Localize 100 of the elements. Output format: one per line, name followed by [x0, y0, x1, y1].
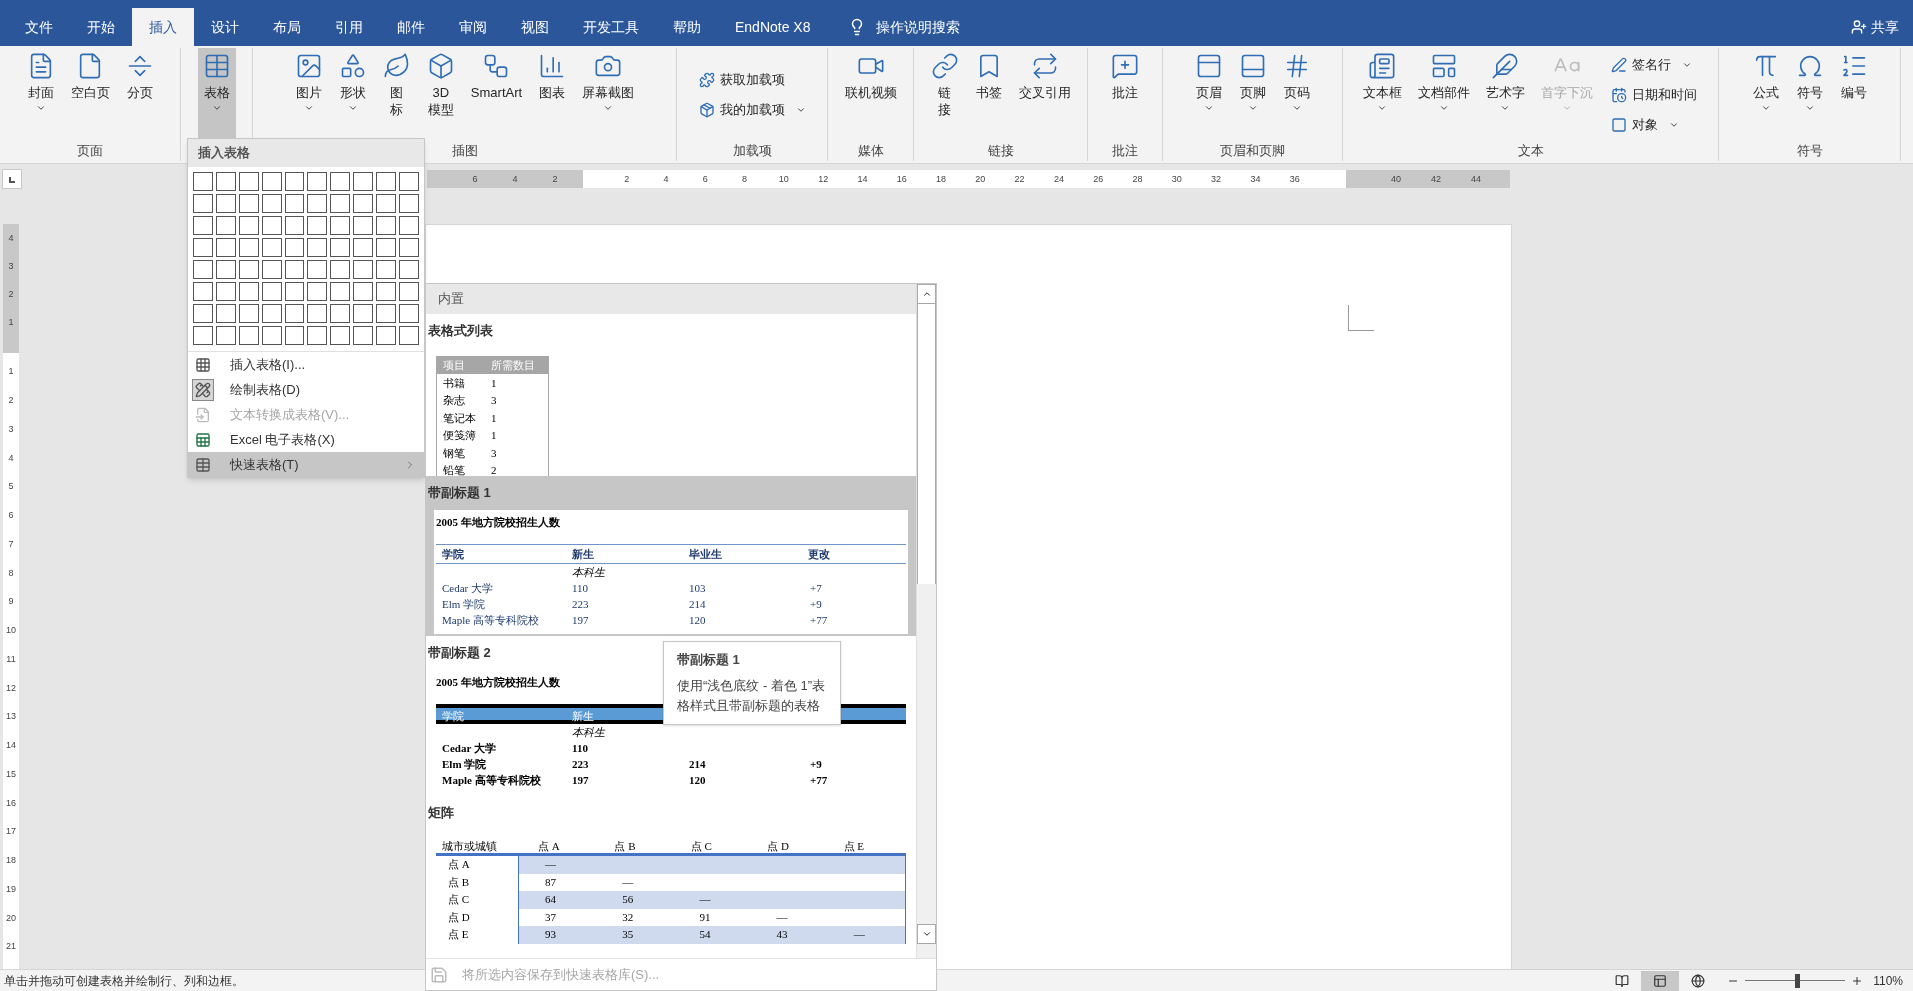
menu-item[interactable]: 插入表格(I)...	[188, 352, 424, 377]
menu-item[interactable]: 绘制表格(D)	[188, 377, 424, 402]
ruler-number: 14	[856, 173, 869, 186]
ribbon-tab[interactable]: 引用	[318, 8, 380, 46]
ribbon-button[interactable]: 图 标	[377, 48, 416, 142]
wordart-icon	[1491, 52, 1519, 80]
gallery-item-title: 表格式列表	[428, 323, 493, 338]
table-header: 点 B	[613, 839, 637, 854]
table-subheading: 本科生	[572, 565, 605, 580]
zoom-percentage[interactable]: 110%	[1873, 971, 1903, 990]
read-mode-icon	[1615, 973, 1630, 988]
ribbon-button[interactable]: 链 接	[925, 48, 964, 142]
ribbon-tab[interactable]: 帮助	[656, 8, 718, 46]
ribbon-tab[interactable]: 插入	[132, 8, 194, 46]
ribbon-button[interactable]: 批注	[1106, 48, 1144, 142]
table-caption: 2005 年地方院校招生人数	[436, 676, 560, 688]
ribbon-button[interactable]: 交叉引用	[1013, 48, 1076, 142]
ribbon-tab[interactable]: EndNote X8	[718, 8, 828, 46]
table-cell-text: Cedar 大学	[442, 741, 496, 756]
ribbon-tab[interactable]: 邮件	[380, 8, 442, 46]
ribbon-tab[interactable]: 开发工具	[566, 8, 656, 46]
ribbon-button[interactable]: 屏幕截图	[577, 48, 640, 142]
ribbon-tab[interactable]: 开始	[70, 8, 132, 46]
ribbon-button[interactable]: 页码	[1277, 48, 1316, 142]
ruler-number: 11	[5, 652, 17, 666]
table-icon	[195, 456, 211, 473]
tab-stop-selector[interactable]	[2, 169, 22, 189]
ribbon-button[interactable]: 形状	[333, 48, 372, 142]
ribbon-button[interactable]: 文本框	[1357, 48, 1407, 142]
leaf-icon	[382, 52, 411, 80]
table-cell-text: Elm 学院	[442, 597, 486, 612]
ribbon-button[interactable]: 获取加载项	[695, 67, 809, 93]
table-cell-text: 书籍	[443, 375, 466, 391]
table-cell-text: Cedar 大学	[442, 581, 493, 596]
table-cell-text: 214	[689, 597, 706, 612]
ribbon-tab[interactable]: 审阅	[442, 8, 504, 46]
ribbon-button[interactable]: 编号	[1834, 48, 1873, 142]
convert-text-icon	[195, 406, 211, 423]
ribbon-button[interactable]: 艺术字	[1480, 48, 1530, 142]
table-subheading: 本科生	[572, 725, 605, 740]
view-button[interactable]	[1641, 970, 1680, 991]
tell-me-search[interactable]: 操作说明搜索	[847, 8, 960, 46]
group-label: 媒体	[857, 142, 884, 161]
table-cell-text: 铅笔	[443, 463, 466, 478]
group-label: 页面	[77, 142, 103, 161]
ribbon-button[interactable]: 对象	[1607, 112, 1700, 138]
ruler-number: 40	[1390, 173, 1402, 186]
table-cell-text: 214	[689, 757, 706, 772]
table-cell-text: 120	[689, 773, 706, 788]
ruler-number: 4	[7, 232, 15, 245]
ribbon-button[interactable]: 页眉	[1189, 48, 1228, 142]
ruler-number: 9	[7, 595, 15, 609]
ribbon-button[interactable]: 文档部件	[1412, 48, 1475, 142]
table-cell-text: Elm 学院	[442, 757, 487, 772]
gallery-item[interactable]: 矩阵 城市或城镇 点 A 点 B 点 C 点 D 点 E 点 A — 点 B 87 — 点 C 64 56 — 点 D 37 32 91 — 点 E 93 35 54 43 —	[426, 796, 916, 950]
ribbon-button[interactable]: 联机视频	[839, 48, 902, 142]
ruler-number: 30	[1170, 173, 1183, 186]
table-cell-text: 1	[491, 428, 497, 443]
ruler-number: 36	[1288, 173, 1301, 186]
ribbon-button[interactable]: 空白页	[65, 48, 115, 142]
ribbon-button[interactable]: 图表	[533, 48, 572, 142]
scrollbar[interactable]	[916, 284, 936, 958]
ribbon-tab[interactable]: 文件	[8, 8, 70, 46]
ribbon-button[interactable]: 3D 模型	[421, 48, 460, 142]
ruler-number: 16	[895, 173, 908, 186]
signature-line-icon	[1610, 57, 1627, 73]
gallery-item[interactable]: 带副标题 1 2005 年地方院校招生人数 学院 新生 毕业生 更改 本科生 Cedar 大学 110 103 +7 Elm 学院 223 214 +9 Maple 高等专科院校 197 120 +77	[426, 476, 916, 636]
ribbon-button[interactable]: 我的加载项	[695, 97, 809, 123]
table-cell-text: 点 E	[447, 927, 470, 942]
table-header: 新生	[572, 709, 594, 724]
table-cell-text: 3	[491, 445, 497, 461]
ribbon-tab[interactable]: 布局	[256, 8, 318, 46]
ribbon-button[interactable]: 分页	[120, 48, 159, 142]
ribbon-button[interactable]: 符号	[1790, 48, 1829, 142]
menu-item[interactable]: 快速表格(T)	[188, 452, 424, 477]
ribbon-button[interactable]: 签名行	[1607, 52, 1700, 78]
zoom-in-icon[interactable]	[1851, 974, 1864, 987]
ribbon-button[interactable]: 图片	[289, 48, 328, 142]
zoom-slider[interactable]	[1745, 973, 1846, 988]
save-icon	[430, 965, 448, 984]
table-cell-text: 91	[698, 909, 712, 925]
ruler-number: 2	[7, 288, 15, 301]
slider-thumb[interactable]	[1795, 973, 1801, 988]
menu-item[interactable]: Excel 电子表格(X)	[188, 427, 424, 452]
package-icon	[698, 102, 715, 118]
table-cell-text: 32	[621, 909, 635, 925]
ruler-number: 10	[5, 624, 17, 637]
ribbon-button[interactable]: 书签	[969, 48, 1008, 142]
object-icon	[1610, 117, 1627, 133]
ribbon-tab[interactable]: 设计	[194, 8, 256, 46]
gallery-item-title: 带副标题 1	[428, 485, 491, 500]
ribbon-button[interactable]: 日期和时间	[1607, 82, 1700, 108]
draw-table-icon	[195, 381, 211, 398]
ribbon-button[interactable]: SmartArt	[465, 48, 528, 142]
share-button[interactable]: 共享	[1851, 8, 1899, 46]
ribbon-button[interactable]: 页脚	[1233, 48, 1272, 142]
table-header: 点 C	[689, 839, 713, 854]
ribbon-tab[interactable]: 视图	[504, 8, 566, 46]
ribbon-button[interactable]: 公式	[1746, 48, 1785, 142]
ribbon-button[interactable]: 封面	[21, 48, 60, 142]
